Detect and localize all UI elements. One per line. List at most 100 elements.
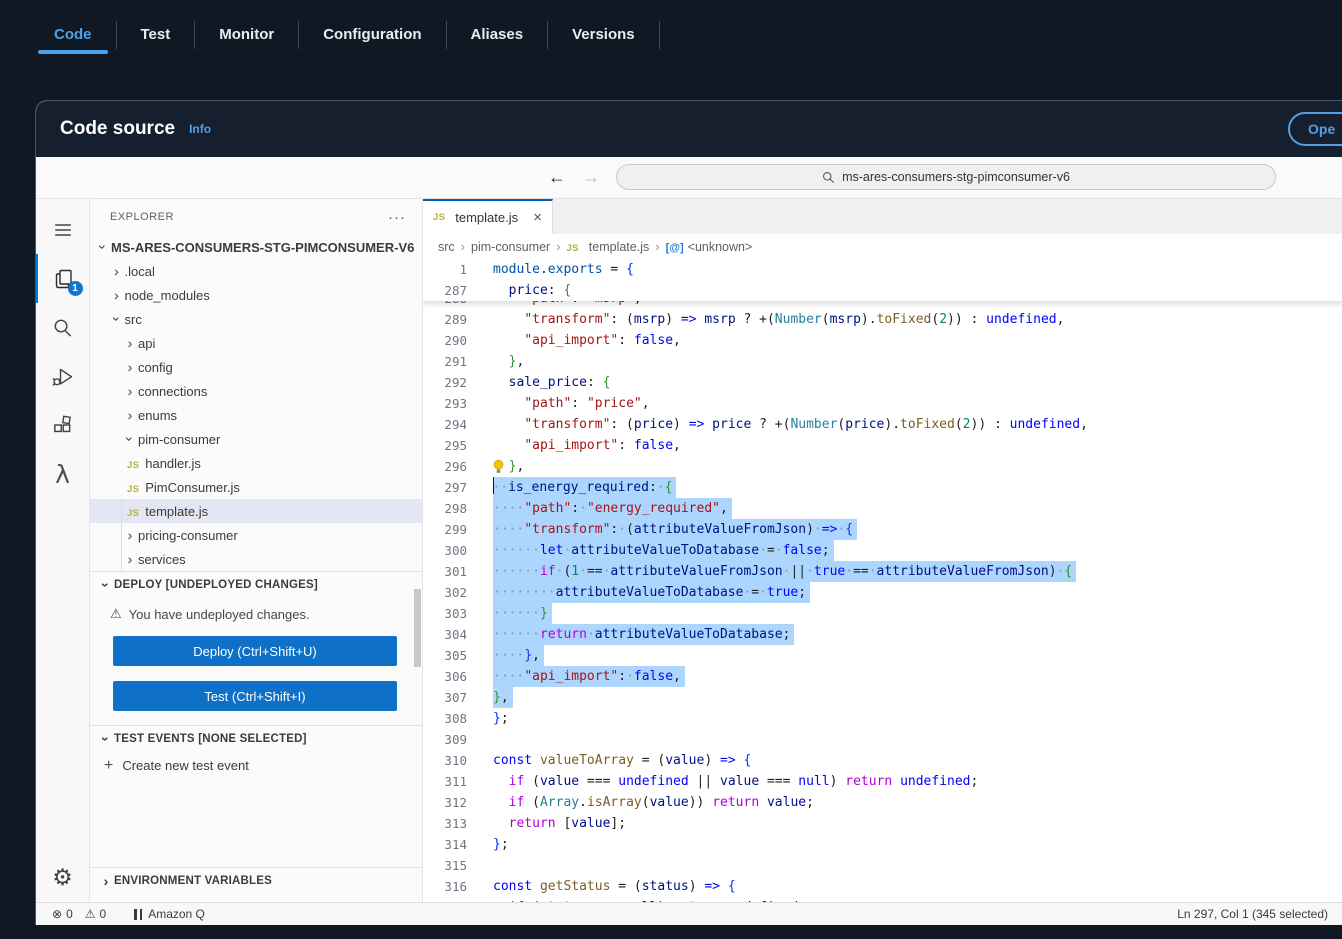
chevron-right-icon: › — [122, 551, 138, 567]
js-file-icon: JS — [127, 456, 145, 471]
nav-tab-configuration[interactable]: Configuration — [299, 18, 445, 51]
code-line-290: 290 "api_import": false, — [423, 330, 1342, 351]
line-number: 311 — [423, 771, 467, 792]
tree-item-label: enums — [138, 408, 177, 423]
info-link[interactable]: Info — [189, 122, 211, 136]
tree-item-handler.js[interactable]: JShandler.js — [90, 451, 422, 475]
tree-item-label: pricing-consumer — [138, 528, 238, 543]
errors-status[interactable]: ⊗ 0 — [52, 907, 73, 921]
line-number: 303 — [423, 603, 467, 624]
tree-item-enums[interactable]: ›enums — [90, 403, 422, 427]
line-number: 300 — [423, 540, 467, 561]
line-number: 293 — [423, 393, 467, 414]
tree-item-pricing-consumer[interactable]: ›pricing-consumer — [90, 523, 422, 547]
chevron-right-icon: › — [122, 335, 138, 351]
tree-item-pim-consumer[interactable]: ›pim-consumer — [90, 427, 422, 451]
tree-item-label: api — [138, 336, 155, 351]
chevron-down-icon: › — [109, 311, 125, 327]
sidebar-scrollbar[interactable] — [414, 589, 421, 667]
breadcrumb-item[interactable]: src — [438, 240, 455, 254]
tree-item-label: node_modules — [125, 288, 210, 303]
tab-template-js[interactable]: JS template.js × — [423, 199, 553, 234]
line-number: 312 — [423, 792, 467, 813]
tree-item-label: template.js — [145, 504, 208, 519]
ellipsis-icon[interactable]: ··· — [388, 209, 406, 226]
breadcrumb-item[interactable]: [@]<unknown> — [666, 240, 753, 254]
tree-item-template.js[interactable]: JStemplate.js — [90, 499, 422, 523]
tree-item-api[interactable]: ›api — [90, 331, 422, 355]
create-test-event-item[interactable]: + Create new test event — [90, 752, 422, 779]
cursor-position-status[interactable]: Ln 297, Col 1 (345 selected) — [1177, 907, 1328, 921]
code-line-300: 300······let·attributeValueToDatabase·=·… — [423, 540, 1342, 561]
menu-icon[interactable] — [37, 205, 89, 254]
status-bar: ⊗ 0 ⚠ 0 Amazon Q Ln 297, Col 1 (345 sele… — [36, 902, 1342, 925]
nav-tab-code[interactable]: Code — [30, 18, 116, 51]
search-input[interactable]: ms-ares-consumers-stg-pimconsumer-v6 — [616, 164, 1276, 190]
chevron-down-icon: › — [122, 431, 138, 447]
test-events-section-header[interactable]: › TEST EVENTS [NONE SELECTED] — [90, 725, 422, 752]
line-number: 314 — [423, 834, 467, 855]
line-number: 297 — [423, 477, 467, 498]
tree-item-ms-ares-consumers-stg-pimconsumer-v6[interactable]: ›MS-ARES-CONSUMERS-STG-PIMCONSUMER-V6 — [90, 235, 422, 259]
breadcrumb-item[interactable]: JStemplate.js — [567, 240, 650, 254]
nav-tab-versions[interactable]: Versions — [548, 18, 659, 51]
code-editor[interactable]: 288 "path": "msrp",289 "transform": (msr… — [423, 259, 1342, 902]
breadcrumb-separator-icon: › — [655, 239, 659, 254]
deploy-button[interactable]: Deploy (Ctrl+Shift+U) — [113, 636, 397, 666]
chevron-down-icon: › — [95, 239, 111, 255]
tree-item-node_modules[interactable]: ›node_modules — [90, 283, 422, 307]
tree-item-label: services — [138, 552, 186, 567]
breadcrumb-separator-icon: › — [461, 239, 465, 254]
nav-tab-monitor[interactable]: Monitor — [195, 18, 298, 51]
line-number: 308 — [423, 708, 467, 729]
tree-item-label: config — [138, 360, 173, 375]
warning-triangle-icon: ⚠ — [110, 606, 122, 622]
code-line-301: 301······if·(1·==·attributeValueFromJson… — [423, 561, 1342, 582]
js-file-icon: JS — [433, 212, 445, 223]
tree-item-connections[interactable]: ›connections — [90, 379, 422, 403]
line-number: 310 — [423, 750, 467, 771]
chevron-right-icon: › — [122, 527, 138, 543]
warnings-status[interactable]: ⚠ 0 — [85, 907, 106, 921]
line-number: 309 — [423, 729, 467, 750]
tree-item-pimconsumer.js[interactable]: JSPimConsumer.js — [90, 475, 422, 499]
tree-item-config[interactable]: ›config — [90, 355, 422, 379]
amazon-q-status[interactable]: Amazon Q — [134, 907, 205, 921]
breadcrumb: src›pim-consumer›JStemplate.js›[@]<unkno… — [423, 234, 1342, 259]
breadcrumb-item[interactable]: pim-consumer — [471, 240, 550, 254]
tab-separator — [659, 21, 660, 49]
text-cursor — [493, 477, 494, 494]
close-icon[interactable]: × — [533, 209, 542, 226]
files-icon[interactable]: 1 — [36, 254, 90, 303]
code-line-297: 297··is_energy_required:·{ — [423, 477, 1342, 498]
back-arrow-icon[interactable]: ← — [548, 167, 566, 188]
run-debug-icon[interactable] — [37, 352, 89, 401]
nav-tab-test[interactable]: Test — [117, 18, 195, 51]
tree-item-label: PimConsumer.js — [145, 480, 240, 495]
tree-item-label: MS-ARES-CONSUMERS-STG-PIMCONSUMER-V6 — [111, 240, 414, 255]
code-line-291: 291 }, — [423, 351, 1342, 372]
settings-gear-icon[interactable]: ⚙ — [37, 853, 89, 902]
nav-tab-aliases[interactable]: Aliases — [447, 18, 548, 51]
environment-variables-section-header[interactable]: › ENVIRONMENT VARIABLES — [90, 867, 422, 894]
line-number: 289 — [423, 309, 467, 330]
code-source-panel: Code source Info Ope ← → ms-ares-consume… — [35, 100, 1342, 925]
tree-item-services[interactable]: ›services — [90, 547, 422, 571]
line-number: 299 — [423, 519, 467, 540]
js-file-icon: JS — [567, 240, 585, 254]
sticky-scroll-lines[interactable]: 1module.exports = {287 price: { — [423, 259, 1342, 301]
search-icon[interactable] — [37, 303, 89, 352]
tree-item-.local[interactable]: ›.local — [90, 259, 422, 283]
warning-icon: ⚠ — [85, 907, 96, 921]
extensions-icon[interactable] — [37, 401, 89, 450]
line-number: 316 — [423, 876, 467, 897]
test-button[interactable]: Test (Ctrl+Shift+I) — [113, 681, 397, 711]
code-line-289: 289 "transform": (msrp) => msrp ? +(Numb… — [423, 309, 1342, 330]
line-number: 287 — [423, 280, 467, 301]
aws-lambda-icon[interactable]: λ — [37, 450, 89, 499]
tree-item-label: .local — [125, 264, 155, 279]
lightbulb-icon[interactable] — [492, 459, 505, 475]
deploy-section-header[interactable]: › DEPLOY [UNDEPLOYED CHANGES] — [90, 571, 422, 598]
open-button[interactable]: Ope — [1288, 112, 1342, 146]
tree-item-src[interactable]: ›src — [90, 307, 422, 331]
